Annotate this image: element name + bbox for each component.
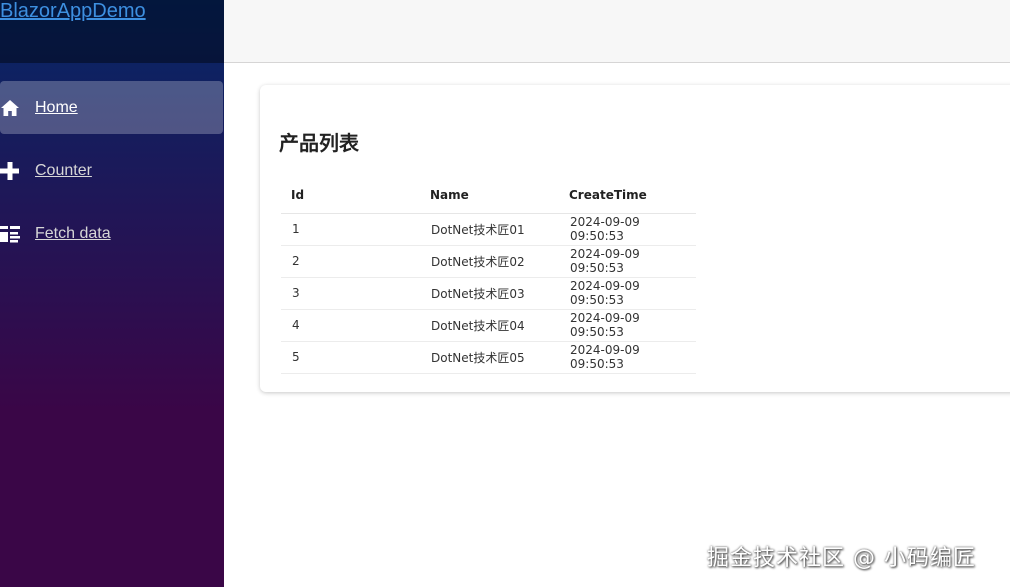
cell-createtime: 2024-09-09 09:50:53 — [559, 277, 696, 310]
watermark: 掘金技术社区 @ 小码编匠 — [707, 546, 976, 571]
nav-item-home[interactable]: Home — [0, 81, 223, 134]
table-row: 3 DotNet技术匠03 2024-09-09 09:50:53 — [281, 277, 696, 310]
cell-name: DotNet技术匠05 — [420, 341, 559, 374]
nav-menu: Home Counter Fetch data — [0, 63, 224, 260]
column-header-id: Id — [281, 177, 420, 214]
page-title: 产品列表 — [279, 131, 359, 155]
table-row: 1 DotNet技术匠01 2024-09-09 09:50:53 — [281, 213, 696, 246]
nav-label-counter: Counter — [35, 161, 92, 179]
table-row: 5 DotNet技术匠05 2024-09-09 09:50:53 — [281, 341, 696, 374]
cell-id: 2 — [281, 245, 420, 278]
nav-item-fetch-data[interactable]: Fetch data — [0, 207, 223, 260]
nav-label-home: Home — [35, 98, 78, 116]
cell-createtime: 2024-09-09 09:50:53 — [559, 341, 696, 374]
brand-link[interactable]: BlazorAppDemo — [0, 0, 146, 22]
cell-createtime: 2024-09-09 09:50:53 — [559, 309, 696, 342]
table-header-row: Id Name CreateTime — [281, 177, 696, 214]
top-bar — [224, 0, 1010, 63]
product-card: 产品列表 Id Name CreateTime 1 DotNet技术匠01 20… — [260, 85, 1010, 392]
table-row: 4 DotNet技术匠04 2024-09-09 09:50:53 — [281, 309, 696, 342]
brand-bar: BlazorAppDemo — [0, 0, 224, 63]
list-icon — [0, 224, 20, 244]
column-header-name: Name — [420, 177, 559, 214]
cell-name: DotNet技术匠03 — [420, 277, 559, 310]
cell-name: DotNet技术匠01 — [420, 213, 559, 246]
nav-item-counter[interactable]: Counter — [0, 144, 223, 197]
cell-createtime: 2024-09-09 09:50:53 — [559, 213, 696, 246]
cell-id: 3 — [281, 277, 420, 310]
plus-icon — [0, 161, 20, 181]
sidebar: BlazorAppDemo Home Counter Fetch data — [0, 0, 224, 587]
cell-name: DotNet技术匠04 — [420, 309, 559, 342]
cell-id: 5 — [281, 341, 420, 374]
cell-name: DotNet技术匠02 — [420, 245, 559, 278]
table-row: 2 DotNet技术匠02 2024-09-09 09:50:53 — [281, 245, 696, 278]
cell-createtime: 2024-09-09 09:50:53 — [559, 245, 696, 278]
product-table: Id Name CreateTime 1 DotNet技术匠01 2024-09… — [281, 177, 696, 374]
cell-id: 4 — [281, 309, 420, 342]
column-header-createtime: CreateTime — [559, 177, 696, 214]
nav-label-fetch-data: Fetch data — [35, 224, 111, 242]
home-icon — [0, 98, 20, 118]
cell-id: 1 — [281, 213, 420, 246]
